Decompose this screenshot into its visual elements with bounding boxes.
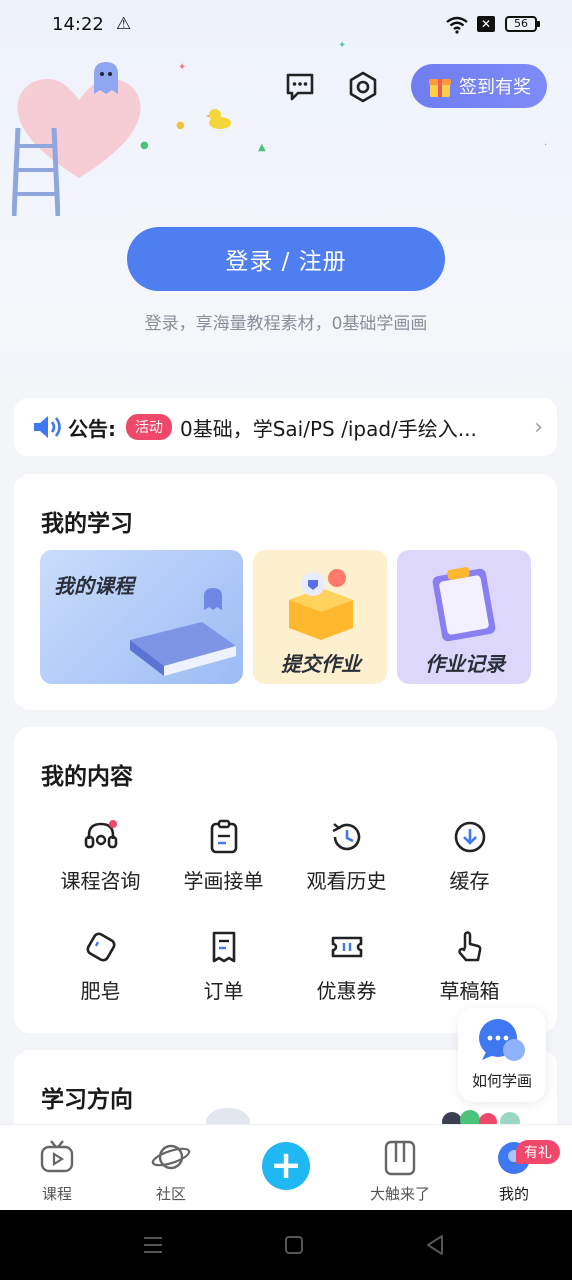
submit-homework-label: 提交作业 [281,652,361,676]
mascot-icon [204,588,222,610]
message-icon[interactable] [283,70,317,104]
mascot-decoration [94,62,118,94]
clipboard-icon [210,819,237,854]
my-study-title: 我的学习 [41,511,133,537]
speaker-icon [34,416,61,438]
checkin-button[interactable]: 签到有奖 [411,64,547,108]
create-plus-button[interactable]: + [262,1142,310,1190]
coupon-label: 优惠券 [316,979,377,1003]
illustration-decoration [442,1110,520,1126]
chat-bubble-icon [479,1019,525,1061]
warning-icon: ⚠ [116,14,132,34]
tab-mine[interactable]: 我的 [457,1125,571,1211]
header-background [0,0,572,400]
tab-masters[interactable]: 大触来了 [343,1125,457,1211]
history-icon [331,823,360,851]
status-time: 14:22 [52,14,104,35]
checkin-label: 签到有奖 [459,77,531,98]
drafts-label: 草稿箱 [439,979,500,1003]
illustration-decoration [206,1108,250,1126]
activity-tag: 活动 [126,414,172,440]
cache-item[interactable]: 缓存 [408,819,531,919]
sparkle-decoration: · [544,140,548,151]
homework-record-tile[interactable]: 作业记录 [397,550,531,684]
my-content-title: 我的内容 [41,764,133,790]
download-icon [454,821,485,853]
submit-homework-tile[interactable]: 提交作业 [253,550,387,684]
learning-direction-title: 学习方向 [41,1087,133,1113]
sparkle-decoration: ✦ [338,40,347,51]
system-navigation-bar [0,1210,572,1280]
menu-icon[interactable] [142,1234,164,1256]
settings-icon[interactable] [346,70,380,104]
drawing-orders-label: 学画接单 [183,869,264,893]
orders-item[interactable]: 订单 [162,929,285,1029]
book-illustration [130,622,236,676]
my-courses-tile[interactable]: 我的课程 [40,550,243,684]
gift-badge: 有礼 [516,1140,560,1164]
hand-icon [457,931,481,962]
sparkle-decoration: ● [176,120,185,131]
wifi-icon [446,16,468,34]
announcement-bar[interactable]: 公告: 活动 0基础，学Sai/PS /ipad/手绘入... › [14,398,557,456]
my-study-card: 我的学习 我的课程 提交作业 作业记录 [14,474,557,710]
clipboard-illustration [432,567,496,642]
tab-community-label: 社区 [155,1185,186,1203]
soap-label: 肥皂 [80,979,121,1003]
back-icon[interactable] [424,1234,446,1256]
headset-icon [84,820,117,849]
box-illustration [289,569,353,640]
announcement-label: 公告: [68,416,116,441]
sparkle-decoration: ▲ [258,142,266,153]
no-sim-icon: ✕ [477,16,495,32]
soap-item[interactable]: 肥皂 [39,929,162,1029]
tab-courses[interactable]: 课程 [0,1125,114,1211]
tv-icon [40,1140,74,1173]
gift-icon [429,79,451,97]
sparkle-decoration: ● [140,140,149,151]
battery-icon: 56 [505,16,540,32]
orders-label: 订单 [203,979,244,1003]
ladder-decoration [12,128,60,216]
sketchbook-icon [384,1140,416,1176]
my-courses-label: 我的课程 [54,574,134,598]
tab-masters-label: 大触来了 [369,1185,430,1203]
sparkle-decoration: ✦ [178,62,187,73]
watch-history-item[interactable]: 观看历史 [285,819,408,919]
announcement-text: 0基础，学Sai/PS /ipad/手绘入... [180,416,477,441]
how-to-learn-button[interactable]: 如何学画 [458,1008,546,1102]
cache-label: 缓存 [449,869,490,893]
soap-icon [86,932,115,962]
homework-record-label: 作业记录 [425,652,505,676]
status-bar: 14:22 ⚠ ✕ 56 [0,0,572,52]
home-icon[interactable] [284,1235,304,1255]
course-consult-item[interactable]: 课程咨询 [39,819,162,919]
chevron-right-icon: › [534,414,543,440]
my-content-card: 我的内容 课程咨询 学画接单 观看历史 缓存 肥皂 订单 优惠券 草稿箱 [14,727,557,1033]
tab-courses-label: 课程 [41,1185,72,1203]
course-consult-label: 课程咨询 [60,869,141,893]
coupon-item[interactable]: 优惠券 [285,929,408,1029]
login-subtitle: 登录，享海量教程素材，0基础学画画 [144,314,428,334]
drawing-orders-item[interactable]: 学画接单 [162,819,285,919]
tab-mine-label: 我的 [498,1185,529,1203]
receipt-icon [212,931,235,963]
tab-community[interactable]: 社区 [114,1125,228,1211]
how-to-learn-label: 如何学画 [471,1072,532,1090]
coupon-icon [331,936,362,958]
planet-icon [151,1144,191,1170]
duck-decoration [206,109,231,129]
login-register-button[interactable]: 登录 / 注册 [127,227,445,291]
watch-history-label: 观看历史 [306,869,387,893]
